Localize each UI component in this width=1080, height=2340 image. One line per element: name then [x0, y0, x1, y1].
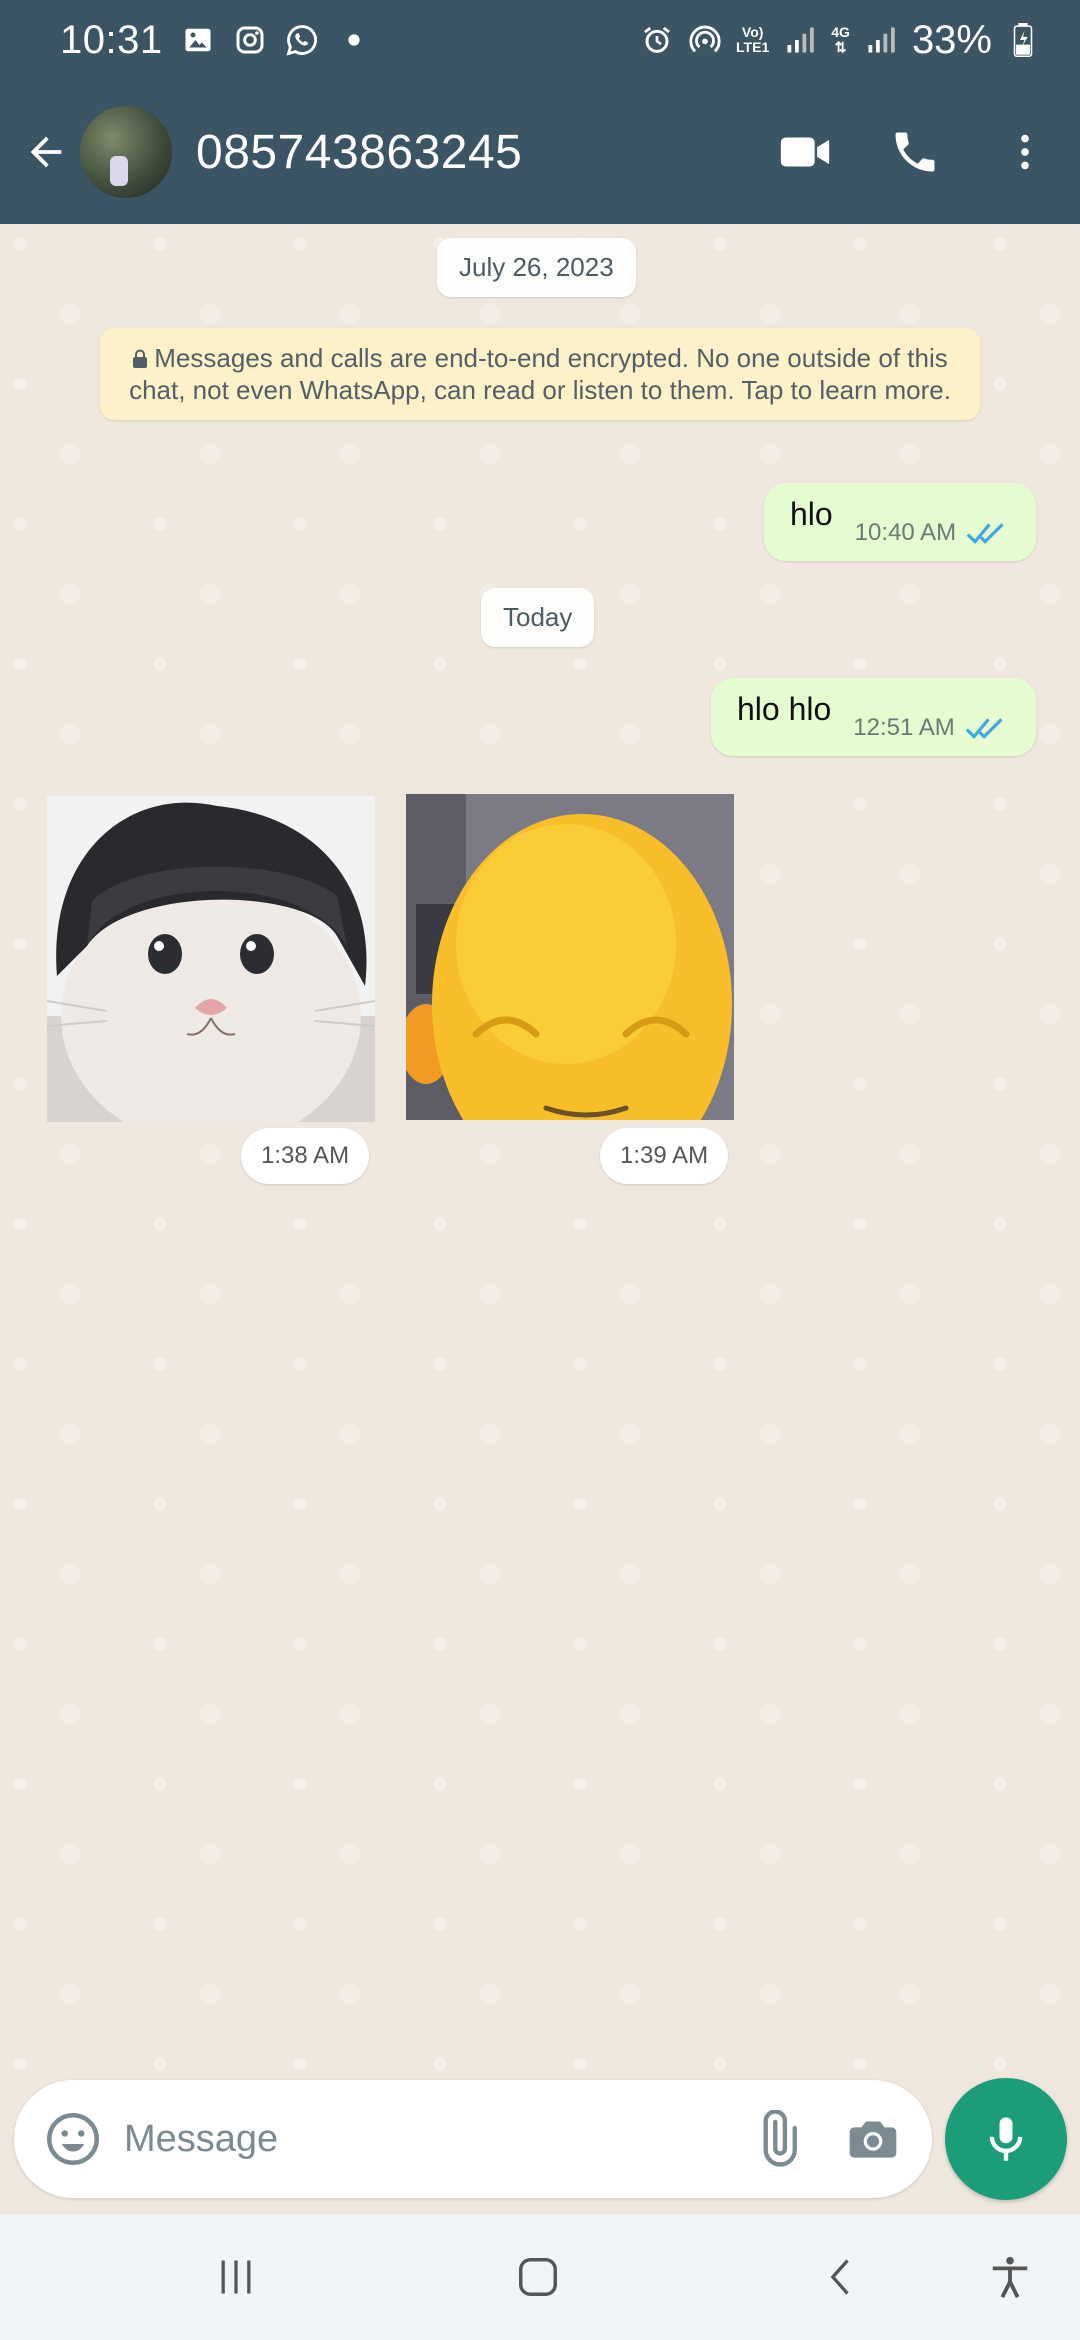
read-ticks-icon: [966, 523, 1004, 545]
signal-icon-2: [864, 23, 898, 57]
yellow-creature-sticker: [406, 794, 734, 1120]
back-button[interactable]: [6, 102, 86, 202]
microphone-icon: [989, 2117, 1023, 2161]
message-text: hlo: [790, 496, 833, 532]
avatar[interactable]: [80, 106, 172, 198]
instagram-icon: [233, 23, 267, 57]
sticker-message[interactable]: [406, 794, 734, 1120]
message-text: hlo hlo: [737, 691, 832, 727]
recent-apps-button[interactable]: [186, 2227, 286, 2327]
sticker-message[interactable]: [47, 796, 375, 1122]
lock-icon: [133, 349, 148, 368]
video-call-icon: [780, 137, 830, 167]
home-icon: [519, 2258, 557, 2296]
emoji-icon: [47, 2113, 99, 2165]
read-ticks-icon: [965, 718, 1003, 740]
camera-icon: [849, 2121, 897, 2158]
more-vert-icon: [1021, 134, 1029, 170]
chat-area[interactable]: July 26, 2023 Messages and calls are end…: [0, 224, 1080, 2078]
home-button[interactable]: [488, 2227, 588, 2327]
system-nav-bar: [0, 2214, 1080, 2340]
chat-header: 085743863245: [0, 80, 1080, 224]
emoji-button[interactable]: [34, 2100, 112, 2178]
4g-label: 4G ⇅: [831, 24, 850, 55]
message-input[interactable]: [124, 2117, 738, 2161]
volte-label: Vo) LTE1: [736, 24, 770, 55]
message-bubble-out[interactable]: hlo hlo 12:51 AM: [711, 678, 1036, 756]
battery-percent: 33%: [911, 17, 992, 62]
camera-button[interactable]: [834, 2100, 912, 2178]
message-bubble-out[interactable]: hlo 10:40 AM: [764, 483, 1036, 561]
encryption-notice[interactable]: Messages and calls are end-to-end encryp…: [100, 328, 980, 420]
notification-dot-icon: [337, 23, 371, 57]
attach-icon: [763, 2110, 797, 2167]
video-call-button[interactable]: [750, 97, 860, 207]
battery-charging-icon: [1006, 23, 1040, 57]
recent-apps-icon: [221, 2260, 251, 2294]
alarm-icon: [640, 23, 674, 57]
message-time: 12:51 AM: [853, 714, 955, 741]
accessibility-icon: [992, 2256, 1028, 2298]
whatsapp-icon: [285, 23, 319, 57]
more-options-button[interactable]: [970, 97, 1080, 207]
contact-name[interactable]: 085743863245: [196, 125, 750, 180]
back-chevron-icon: [830, 2259, 849, 2295]
voice-call-button[interactable]: [860, 97, 970, 207]
encryption-notice-text: Messages and calls are end-to-end encryp…: [129, 343, 951, 405]
status-time: 10:31: [60, 17, 163, 62]
compose-bar: [14, 2080, 932, 2198]
status-bar: 10:31 Vo) LTE1 4G ⇅ 33%: [0, 0, 1080, 80]
back-arrow-icon: [30, 136, 62, 168]
voice-message-button[interactable]: [945, 2078, 1067, 2200]
accessibility-button[interactable]: [960, 2227, 1060, 2327]
date-chip-today: Today: [481, 588, 595, 647]
hotspot-icon: [688, 23, 722, 57]
voice-call-icon: [895, 132, 935, 172]
message-time: 10:40 AM: [854, 519, 957, 546]
date-chip: July 26, 2023: [437, 238, 636, 297]
signal-icon: [783, 23, 817, 57]
back-nav-button[interactable]: [792, 2227, 892, 2327]
gallery-icon: [181, 23, 215, 57]
sticker-time: 1:38 AM: [241, 1128, 370, 1184]
sticker-time: 1:39 AM: [600, 1128, 729, 1184]
attach-button[interactable]: [738, 2100, 816, 2178]
crying-cat-sticker: [47, 796, 375, 1122]
